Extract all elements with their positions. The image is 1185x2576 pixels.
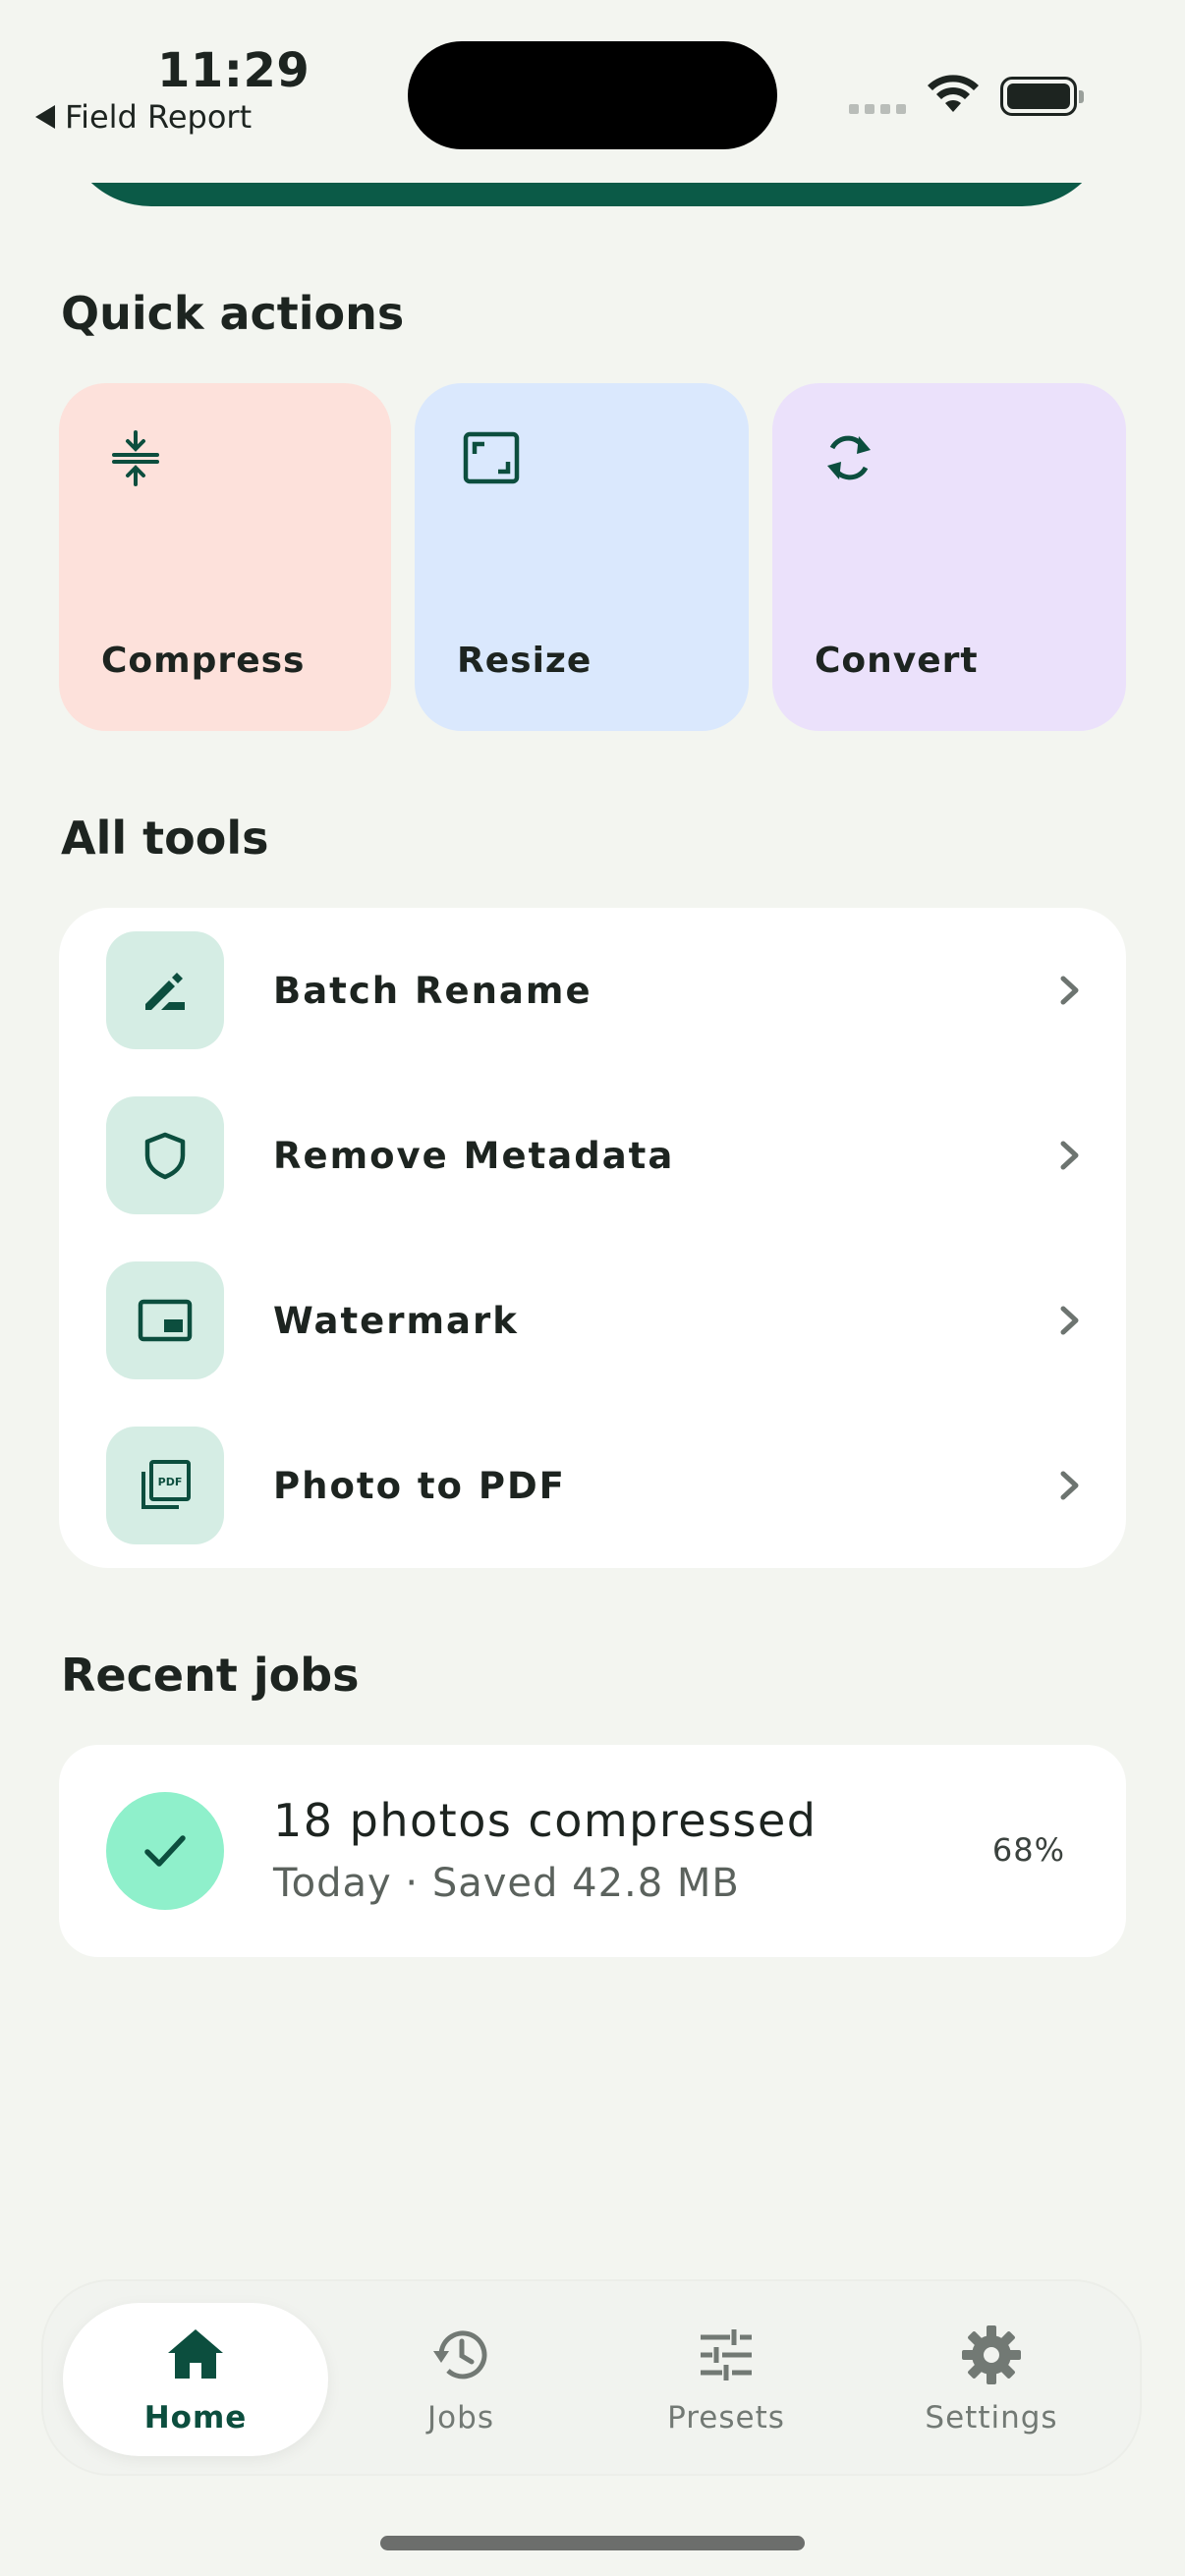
- tool-label: Remove Metadata: [273, 1134, 675, 1177]
- chevron-right-icon: [1060, 976, 1079, 1005]
- tab-label: Home: [143, 2400, 248, 2436]
- tool-label: Watermark: [273, 1299, 519, 1342]
- chevron-right-icon: [1060, 1141, 1079, 1170]
- back-arrow-icon: [35, 105, 55, 129]
- tab-label: Settings: [925, 2400, 1058, 2436]
- tool-row-photo-to-pdf[interactable]: PDF Photo to PDF: [106, 1427, 1089, 1544]
- tool-label: Batch Rename: [273, 969, 592, 1012]
- cellular-signal-icon: [849, 104, 906, 114]
- edit-pencil-icon: [145, 973, 185, 1010]
- svg-text:PDF: PDF: [158, 1476, 183, 1488]
- all-tools-heading: All tools: [61, 812, 269, 865]
- tool-icon-box: [106, 1096, 224, 1214]
- compress-icon: [112, 430, 159, 486]
- tab-presets[interactable]: Presets: [593, 2303, 859, 2456]
- job-percent: 68%: [991, 1831, 1065, 1869]
- tool-icon-box: PDF: [106, 1427, 224, 1544]
- quick-action-label: Resize: [457, 641, 592, 681]
- home-screen: 11:29 Field Report Quick actions Compres…: [0, 0, 1185, 2576]
- recent-job-card[interactable]: 18 photos compressed Today · Saved 42.8 …: [59, 1745, 1126, 1957]
- convert-icon: [827, 435, 871, 480]
- chevron-right-icon: [1060, 1471, 1079, 1500]
- tool-icon-box: [106, 1261, 224, 1379]
- pdf-icon: PDF: [141, 1460, 191, 1509]
- dynamic-island: [408, 41, 777, 149]
- tab-home[interactable]: Home: [63, 2303, 328, 2456]
- tool-row-watermark[interactable]: Watermark: [106, 1261, 1089, 1379]
- quick-action-resize[interactable]: Resize: [415, 383, 749, 731]
- quick-action-convert[interactable]: Convert: [772, 383, 1126, 731]
- tab-settings[interactable]: Settings: [859, 2303, 1124, 2456]
- status-time: 11:29: [157, 43, 310, 98]
- check-icon: [144, 1835, 186, 1867]
- job-title: 18 photos compressed: [273, 1794, 818, 1847]
- sliders-icon: [701, 2329, 752, 2380]
- tab-jobs[interactable]: Jobs: [328, 2303, 593, 2456]
- history-icon: [433, 2330, 487, 2380]
- back-to-app-link[interactable]: Field Report: [35, 98, 252, 136]
- recent-jobs-heading: Recent jobs: [61, 1649, 360, 1702]
- wifi-icon: [928, 75, 979, 112]
- quick-action-label: Compress: [101, 641, 306, 681]
- quick-actions-row: Compress Resize Convert: [59, 383, 1126, 731]
- tool-icon-box: [106, 931, 224, 1049]
- bottom-tab-bar: Home Jobs Presets Settings: [41, 2279, 1142, 2476]
- quick-action-compress[interactable]: Compress: [59, 383, 391, 731]
- home-indicator[interactable]: [380, 2536, 805, 2550]
- tool-row-batch-rename[interactable]: Batch Rename: [106, 931, 1089, 1049]
- tools-list: Batch Rename Remove Metadata Watermark P…: [59, 908, 1126, 1568]
- tool-label: Photo to PDF: [273, 1464, 566, 1507]
- quick-actions-heading: Quick actions: [61, 287, 405, 340]
- quick-action-label: Convert: [815, 641, 979, 681]
- resize-icon: [463, 431, 520, 484]
- tab-label: Jobs: [427, 2400, 494, 2436]
- chevron-right-icon: [1060, 1306, 1079, 1335]
- tab-label: Presets: [667, 2400, 785, 2436]
- job-status-badge: [106, 1792, 224, 1910]
- back-link-label: Field Report: [65, 98, 253, 136]
- tool-row-remove-metadata[interactable]: Remove Metadata: [106, 1096, 1089, 1214]
- watermark-icon: [138, 1299, 193, 1342]
- shield-icon: [144, 1132, 186, 1180]
- battery-icon: [1000, 77, 1084, 116]
- gear-icon: [962, 2325, 1021, 2384]
- home-icon: [168, 2329, 223, 2379]
- job-subtitle: Today · Saved 42.8 MB: [273, 1861, 740, 1906]
